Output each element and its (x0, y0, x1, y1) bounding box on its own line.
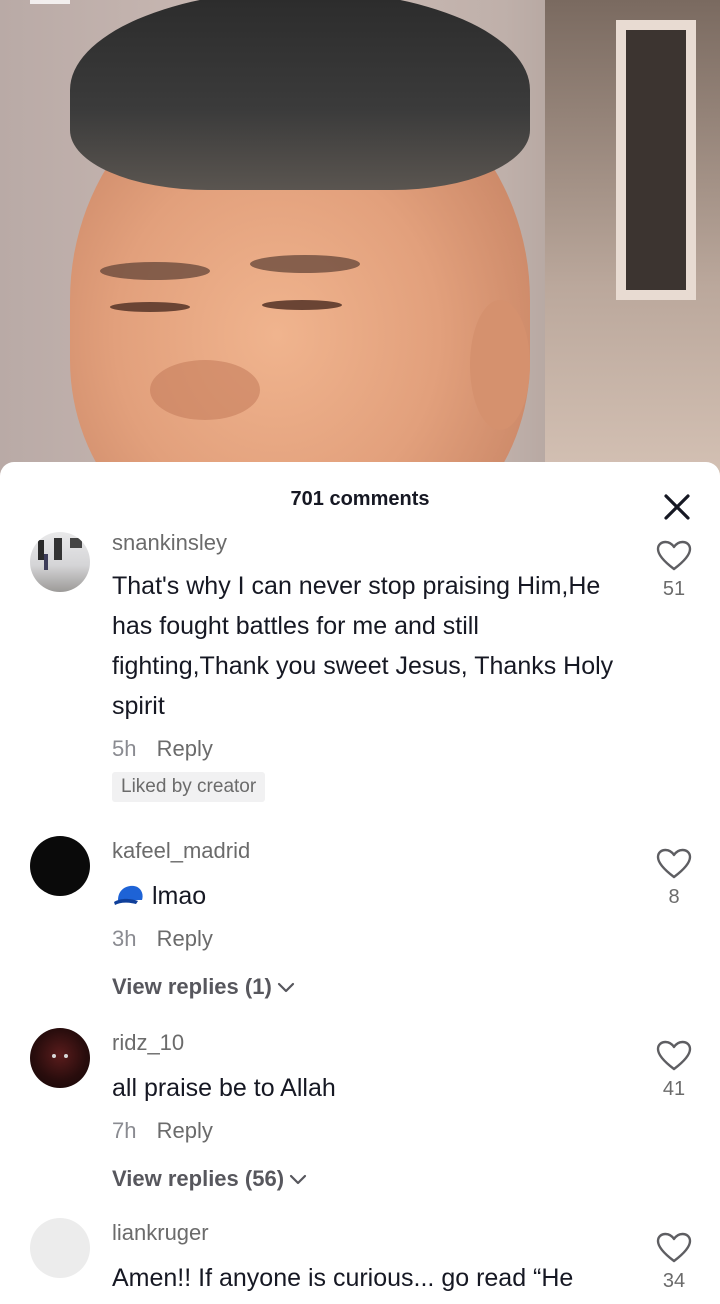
comment-time: 3h (112, 926, 137, 951)
avatar[interactable] (30, 532, 90, 592)
video-person-eye (262, 300, 342, 310)
comment-time: 7h (112, 1118, 137, 1143)
liked-by-creator-badge: Liked by creator (112, 772, 266, 802)
like-button[interactable]: 34 (656, 1232, 692, 1293)
video-person-nose (150, 360, 260, 420)
video-person-hair (70, 0, 530, 190)
like-button[interactable]: 41 (656, 1040, 692, 1101)
chevron-down-icon (288, 1167, 308, 1193)
avatar[interactable] (30, 836, 90, 896)
comment-username[interactable]: ridz_10 (112, 1030, 184, 1056)
like-count: 34 (662, 1270, 686, 1292)
comment-text-row: lmao (112, 876, 632, 916)
chevron-down-icon (276, 975, 296, 1001)
comment-text: all praise be to Allah (112, 1074, 336, 1102)
view-replies-button[interactable]: View replies (1) (112, 974, 296, 1001)
reply-button[interactable]: Reply (157, 1118, 213, 1143)
comment-text: Amen!! If anyone is curious... go read “… (112, 1264, 574, 1292)
view-replies-button[interactable]: View replies (56) (112, 1166, 308, 1193)
heart-icon (656, 1232, 692, 1263)
like-button[interactable]: 51 (656, 540, 692, 601)
close-icon (664, 494, 690, 520)
comments-header: 701 comments (0, 462, 720, 538)
comment-text: That's why I can never stop praising Him… (112, 572, 614, 720)
comments-sheet: 701 comments snankinsley That's why I ca… (0, 462, 720, 1304)
avatar[interactable] (30, 1218, 90, 1278)
view-replies-label: View replies (1) (112, 974, 272, 999)
comment-text: lmao (152, 882, 207, 910)
video-person-eye (110, 302, 190, 312)
heart-icon (656, 848, 692, 879)
heart-icon (656, 1040, 692, 1071)
avatar[interactable] (30, 1028, 90, 1088)
close-button[interactable] (662, 492, 692, 522)
reply-button[interactable]: Reply (157, 926, 213, 951)
like-count: 8 (668, 886, 680, 908)
view-replies-label: View replies (56) (112, 1166, 285, 1191)
blue-cap-emoji-icon (114, 885, 143, 905)
video-player[interactable] (0, 0, 720, 480)
like-count: 41 (662, 1078, 686, 1100)
reply-button[interactable]: Reply (157, 736, 213, 761)
heart-icon (656, 540, 692, 571)
video-person-ear (470, 300, 530, 430)
comment-count-title: 701 comments (290, 488, 430, 510)
like-count: 51 (662, 578, 686, 600)
comment-username[interactable]: kafeel_madrid (112, 838, 250, 864)
comment-meta: 5h Reply (112, 736, 213, 762)
video-person-brow (100, 262, 210, 280)
like-button[interactable]: 8 (656, 848, 692, 909)
comment-time: 5h (112, 736, 137, 761)
comment-username[interactable]: snankinsley (112, 530, 227, 556)
comment-meta: 3h Reply (112, 926, 213, 952)
status-bar-fragment (30, 0, 70, 4)
video-person-brow (250, 255, 360, 273)
background-window (616, 20, 696, 300)
comment-meta: 7h Reply (112, 1118, 213, 1144)
comment-username[interactable]: liankruger (112, 1220, 209, 1246)
